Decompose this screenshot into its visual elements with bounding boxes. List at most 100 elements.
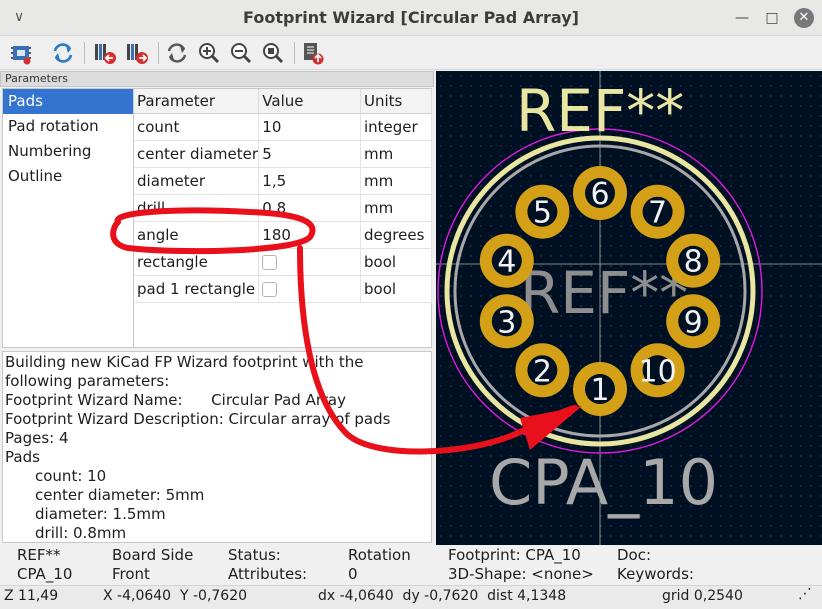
param-value[interactable]: 5: [258, 140, 361, 168]
message-line: Footprint Wizard Description: Circular a…: [5, 410, 391, 428]
pad1-rectangle-checkbox[interactable]: [262, 281, 278, 297]
minimize-icon[interactable]: —: [734, 10, 750, 26]
message-line: Building new KiCad FP Wizard footprint w…: [5, 353, 364, 390]
pad-number-label: 8: [684, 245, 703, 280]
maximize-icon[interactable]: □: [764, 10, 780, 26]
status-label: Status:: [228, 546, 281, 564]
status-bar: REF** CPA_10 Board Side Front Status: At…: [0, 545, 822, 585]
toolbar-separator: [84, 42, 85, 64]
table-row: pad 1 rectangle bool: [134, 275, 432, 303]
cursor-position: X -4,0640 Y -0,7620: [103, 588, 248, 604]
param-units: mm: [360, 140, 432, 168]
param-name: center diameter: [134, 140, 260, 168]
pad-number-label: 5: [533, 196, 552, 231]
message-line: diameter: 1.5mm: [35, 505, 166, 523]
window-title: Footprint Wizard [Circular Pad Array]: [243, 8, 579, 27]
parameters-grid: Parameter Value Units count 10 integer c…: [134, 88, 432, 348]
table-row: diameter 1,5 mm: [134, 167, 432, 195]
param-name: diameter: [134, 167, 260, 195]
rectangle-checkbox[interactable]: [262, 254, 278, 270]
footprint-name: Footprint: CPA_10: [448, 546, 581, 564]
param-name: count: [134, 113, 260, 141]
pages-list: Pads Pad rotation Numbering Outline: [2, 88, 134, 348]
ref-label: REF**: [17, 546, 61, 564]
select-wizard-icon[interactable]: [8, 40, 34, 66]
ref-value: CPA_10: [17, 565, 73, 583]
message-line: center diameter: 5mm: [35, 486, 205, 504]
zoom-in-icon[interactable]: [196, 40, 222, 66]
close-icon[interactable]: ✕: [794, 8, 814, 28]
pad-number-label: 6: [590, 177, 609, 212]
param-value[interactable]: 180: [258, 221, 361, 249]
keywords-label: Keywords:: [617, 565, 694, 583]
param-units: mm: [360, 167, 432, 195]
param-units: integer: [360, 113, 432, 141]
param-value: [258, 275, 361, 303]
zoom-readout: Z 11,49: [4, 588, 59, 604]
page-item-numbering[interactable]: Numbering: [3, 139, 133, 164]
message-line: Pads: [5, 448, 40, 466]
pad-number-label: 9: [684, 305, 703, 340]
pad-number-label: 4: [497, 245, 516, 280]
table-row: center diameter 5 mm: [134, 140, 432, 168]
messages-panel[interactable]: Building new KiCad FP Wizard footprint w…: [2, 351, 432, 543]
redraw-icon[interactable]: [164, 40, 190, 66]
footprint-preview-canvas[interactable]: REF** REF** CPA_10 1 23 45 6 78 910: [436, 71, 822, 545]
table-row: rectangle bool: [134, 248, 432, 276]
message-line: count: 10: [35, 467, 107, 485]
refresh-icon[interactable]: [50, 40, 76, 66]
resize-grip-icon[interactable]: ⋰: [798, 586, 812, 602]
param-value[interactable]: 10: [258, 113, 361, 141]
column-header-parameter[interactable]: Parameter: [134, 89, 260, 114]
table-row: drill 0,8 mm: [134, 194, 432, 222]
param-value[interactable]: 0,8: [258, 194, 361, 222]
param-name: angle: [134, 221, 260, 249]
zoom-out-icon[interactable]: [228, 40, 254, 66]
previous-page-icon[interactable]: [92, 40, 118, 66]
param-units: bool: [360, 248, 432, 276]
ref-center-label: REF**: [520, 259, 688, 327]
message-line: Footprint Wizard Name: Circular Pad Arra…: [5, 391, 346, 409]
export-footprint-icon[interactable]: [300, 40, 326, 66]
pad-number-label: 10: [639, 354, 677, 389]
pad-number-label: 1: [590, 373, 609, 408]
param-name: rectangle: [134, 248, 260, 276]
param-name: pad 1 rectangle: [134, 275, 260, 303]
toolbar: [0, 37, 822, 70]
relative-position: dx -4,0640 dy -0,7620 dist 4,1348: [318, 588, 567, 604]
page-item-outline[interactable]: Outline: [3, 164, 133, 189]
ref-top-label: REF**: [516, 77, 684, 145]
pad-number-label: 3: [497, 305, 516, 340]
param-units: degrees: [360, 221, 432, 249]
page-item-pads[interactable]: Pads: [3, 89, 133, 114]
rotation-label: Rotation: [348, 546, 411, 564]
param-value[interactable]: 1,5: [258, 167, 361, 195]
page-item-pad-rotation[interactable]: Pad rotation: [3, 114, 133, 139]
coordinates-bar: Z 11,49 X -4,0640 Y -0,7620 dx -4,0640 d…: [0, 585, 822, 609]
doc-label: Doc:: [617, 546, 652, 564]
param-value: [258, 248, 361, 276]
next-page-icon[interactable]: [124, 40, 150, 66]
board-side-value: Front: [112, 565, 150, 583]
param-units: mm: [360, 194, 432, 222]
column-header-units[interactable]: Units: [360, 89, 432, 114]
toolbar-separator: [294, 42, 295, 64]
rotation-value: 0: [348, 565, 358, 583]
title-bar: ∨ Footprint Wizard [Circular Pad Array] …: [0, 0, 822, 36]
attributes-label: Attributes:: [228, 565, 308, 583]
board-side-label: Board Side: [112, 546, 194, 564]
table-row: angle 180 degrees: [134, 221, 432, 249]
column-header-value[interactable]: Value: [258, 89, 361, 114]
table-row: count 10 integer: [134, 113, 432, 141]
zoom-fit-icon[interactable]: [260, 40, 286, 66]
pad-number-label: 2: [533, 354, 552, 389]
grid-size: grid 0,2540: [662, 588, 743, 604]
3d-shape: 3D-Shape: <none>: [448, 565, 594, 583]
message-line: Pages: 4: [5, 429, 69, 447]
value-label: CPA_10: [489, 446, 718, 519]
pad-number-label: 7: [648, 196, 667, 231]
message-line: drill: 0.8mm: [35, 524, 127, 542]
param-units: bool: [360, 275, 432, 303]
parameters-header: Parameters: [0, 71, 434, 87]
param-name: drill: [134, 194, 260, 222]
